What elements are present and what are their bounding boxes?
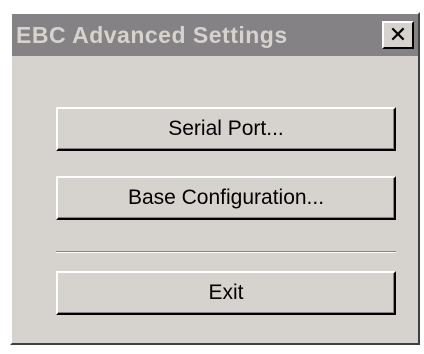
advanced-settings-dialog: EBC Advanced Settings ✕ Serial Port... B…	[10, 12, 420, 345]
separator-line	[56, 251, 396, 253]
serial-port-button[interactable]: Serial Port...	[56, 107, 396, 151]
title-bar[interactable]: EBC Advanced Settings ✕	[12, 14, 418, 56]
exit-button[interactable]: Exit	[56, 271, 396, 315]
dialog-title: EBC Advanced Settings	[16, 21, 288, 48]
base-configuration-button[interactable]: Base Configuration...	[56, 176, 396, 220]
close-icon: ✕	[388, 22, 408, 48]
close-button[interactable]: ✕	[382, 21, 414, 49]
